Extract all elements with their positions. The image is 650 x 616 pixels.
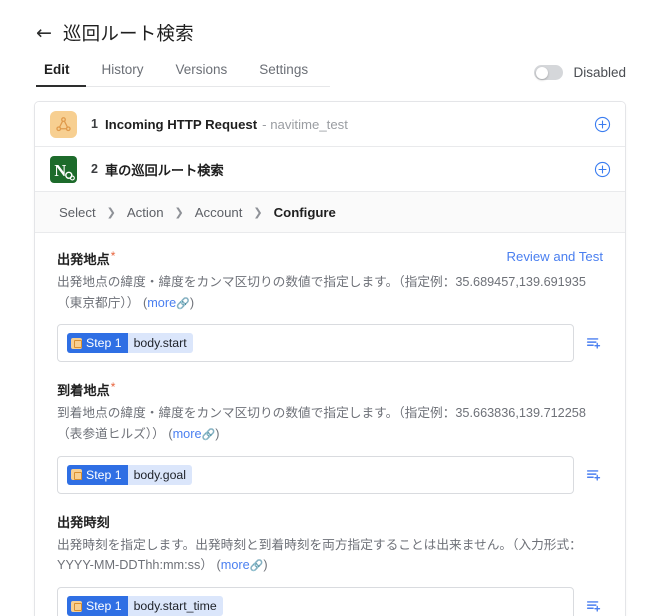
zap-editor-card: 1 Incoming HTTP Request - navitime_test … [34,101,626,616]
svg-text:N: N [54,160,66,179]
value-token[interactable]: Step 1 body.start [67,333,193,354]
webhook-chip-icon [71,337,82,349]
token-field-label: body.start_time [127,596,223,616]
field-header: 到着地点* [57,380,603,400]
required-asterisk: * [110,380,116,395]
webhook-icon [50,110,77,138]
insert-data-icon[interactable] [585,466,603,484]
navitime-logo-icon: N [50,155,77,183]
field-description: 到着地点の緯度・緯度をカンマ区切りの数値で指定します。（指定例：35.66383… [57,406,586,441]
field-start-time: 出発時刻 出発時刻を指定します。出発時刻と到着時刻を両方指定することは出来ません… [57,512,603,616]
external-link-icon[interactable]: 🔗 [202,429,216,441]
tab-versions[interactable]: Versions [160,62,244,87]
insert-data-icon[interactable] [585,597,603,615]
breadcrumb-item-select[interactable]: Select [59,205,96,220]
page-title: 巡回ルート検索 [62,23,194,44]
toggle-knob [535,66,548,79]
required-asterisk: * [110,249,116,263]
webhook-chip-icon [71,469,82,481]
field-label: 出発地点 [57,252,110,267]
tab-history[interactable]: History [86,62,160,87]
webhook-chip-icon [71,600,82,612]
field-description: 出発時刻を指定します。出発時刻と到着時刻を両方指定することは出来ません。（入力形… [57,537,582,573]
field-start-location: 出発地点* Review and Test 出発地点の緯度・緯度をカンマ区切りの… [57,249,603,363]
token-step-badge: Step 1 [67,596,128,616]
breadcrumb-item-action[interactable]: Action [127,205,164,220]
plus-circle-icon[interactable] [594,116,611,133]
token-step-label: Step 1 [86,336,122,351]
external-link-icon[interactable]: 🔗 [250,560,264,572]
tab-edit[interactable]: Edit [36,62,86,87]
start-location-input[interactable]: Step 1 body.start [57,324,574,363]
tab-bar: Edit History Versions Settings Disabled [0,62,650,87]
step-row-2[interactable]: N 2 車の巡回ルート検索 [35,147,625,192]
chevron-right-icon: ❯ [253,205,263,219]
title-row: ← 巡回ルート検索 [36,18,650,48]
field-description-text: 出発時刻を指定します。出発時刻と到着時刻を両方指定することは出来ません。（入力形… [57,537,582,573]
field-description: 出発地点の緯度・緯度をカンマ区切りの数値で指定します。（指定例：35.68945… [57,275,586,310]
configure-form: 出発地点* Review and Test 出発地点の緯度・緯度をカンマ区切りの… [35,233,625,616]
field-input-row: Step 1 body.start [57,324,603,363]
insert-data-icon[interactable] [585,334,603,352]
back-arrow-icon[interactable]: ← [36,23,52,43]
step-title: Incoming HTTP Request [105,116,258,132]
enable-toggle-switch[interactable] [534,65,564,80]
field-goal-location: 到着地点* 到着地点の緯度・緯度をカンマ区切りの数値で指定します。（指定例：35… [57,380,603,494]
token-field-label: body.start [127,333,193,354]
token-step-badge: Step 1 [67,333,128,354]
value-token[interactable]: Step 1 body.goal [67,464,192,485]
enable-toggle-group: Disabled [534,65,626,87]
field-label-group: 到着地点* [57,380,115,400]
value-token[interactable]: Step 1 body.start_time [67,596,223,616]
token-step-badge: Step 1 [67,464,128,485]
field-header: 出発地点* Review and Test [57,249,603,269]
step-title: 車の巡回ルート検索 [105,162,224,178]
token-step-label: Step 1 [86,599,122,614]
token-field-label: body.goal [127,464,192,485]
goal-location-input[interactable]: Step 1 body.goal [57,455,574,494]
more-link[interactable]: more [221,558,250,572]
field-label: 到着地点 [57,383,110,399]
toggle-label: Disabled [573,65,626,80]
chevron-right-icon: ❯ [106,205,116,219]
field-label-group: 出発地点* [57,249,115,269]
more-link[interactable]: more [173,427,202,441]
external-link-icon[interactable]: 🔗 [176,298,190,310]
tab-list: Edit History Versions Settings [36,62,324,87]
field-header: 出発時刻 [57,512,603,532]
token-step-label: Step 1 [86,467,122,482]
plus-circle-icon[interactable] [594,161,611,178]
field-input-row: Step 1 body.start_time [57,587,603,616]
step-number: 2 [91,162,98,176]
page-header: ← 巡回ルート検索 [0,0,650,48]
step-subtitle: - navitime_test [262,116,348,132]
field-label-group: 出発時刻 [57,512,110,532]
field-description-text: 出発地点の緯度・緯度をカンマ区切りの数値で指定します。（指定例：35.68945… [57,275,586,310]
breadcrumb: Select ❯ Action ❯ Account ❯ Configure [35,192,625,233]
field-input-row: Step 1 body.goal [57,455,603,494]
chevron-right-icon: ❯ [174,205,184,219]
more-link[interactable]: more [147,296,176,310]
breadcrumb-item-configure[interactable]: Configure [274,205,336,220]
step-row-1[interactable]: 1 Incoming HTTP Request - navitime_test [35,102,625,147]
app-root: ← 巡回ルート検索 Edit History Versions Settings… [0,0,650,616]
step-number: 1 [91,117,98,131]
breadcrumb-item-account[interactable]: Account [195,205,243,220]
start-time-input[interactable]: Step 1 body.start_time [57,587,574,616]
review-and-test-link[interactable]: Review and Test [506,249,603,264]
tab-settings[interactable]: Settings [243,62,324,87]
field-description-text: 到着地点の緯度・緯度をカンマ区切りの数値で指定します。（指定例：35.66383… [57,406,586,441]
field-label: 出発時刻 [57,514,110,530]
